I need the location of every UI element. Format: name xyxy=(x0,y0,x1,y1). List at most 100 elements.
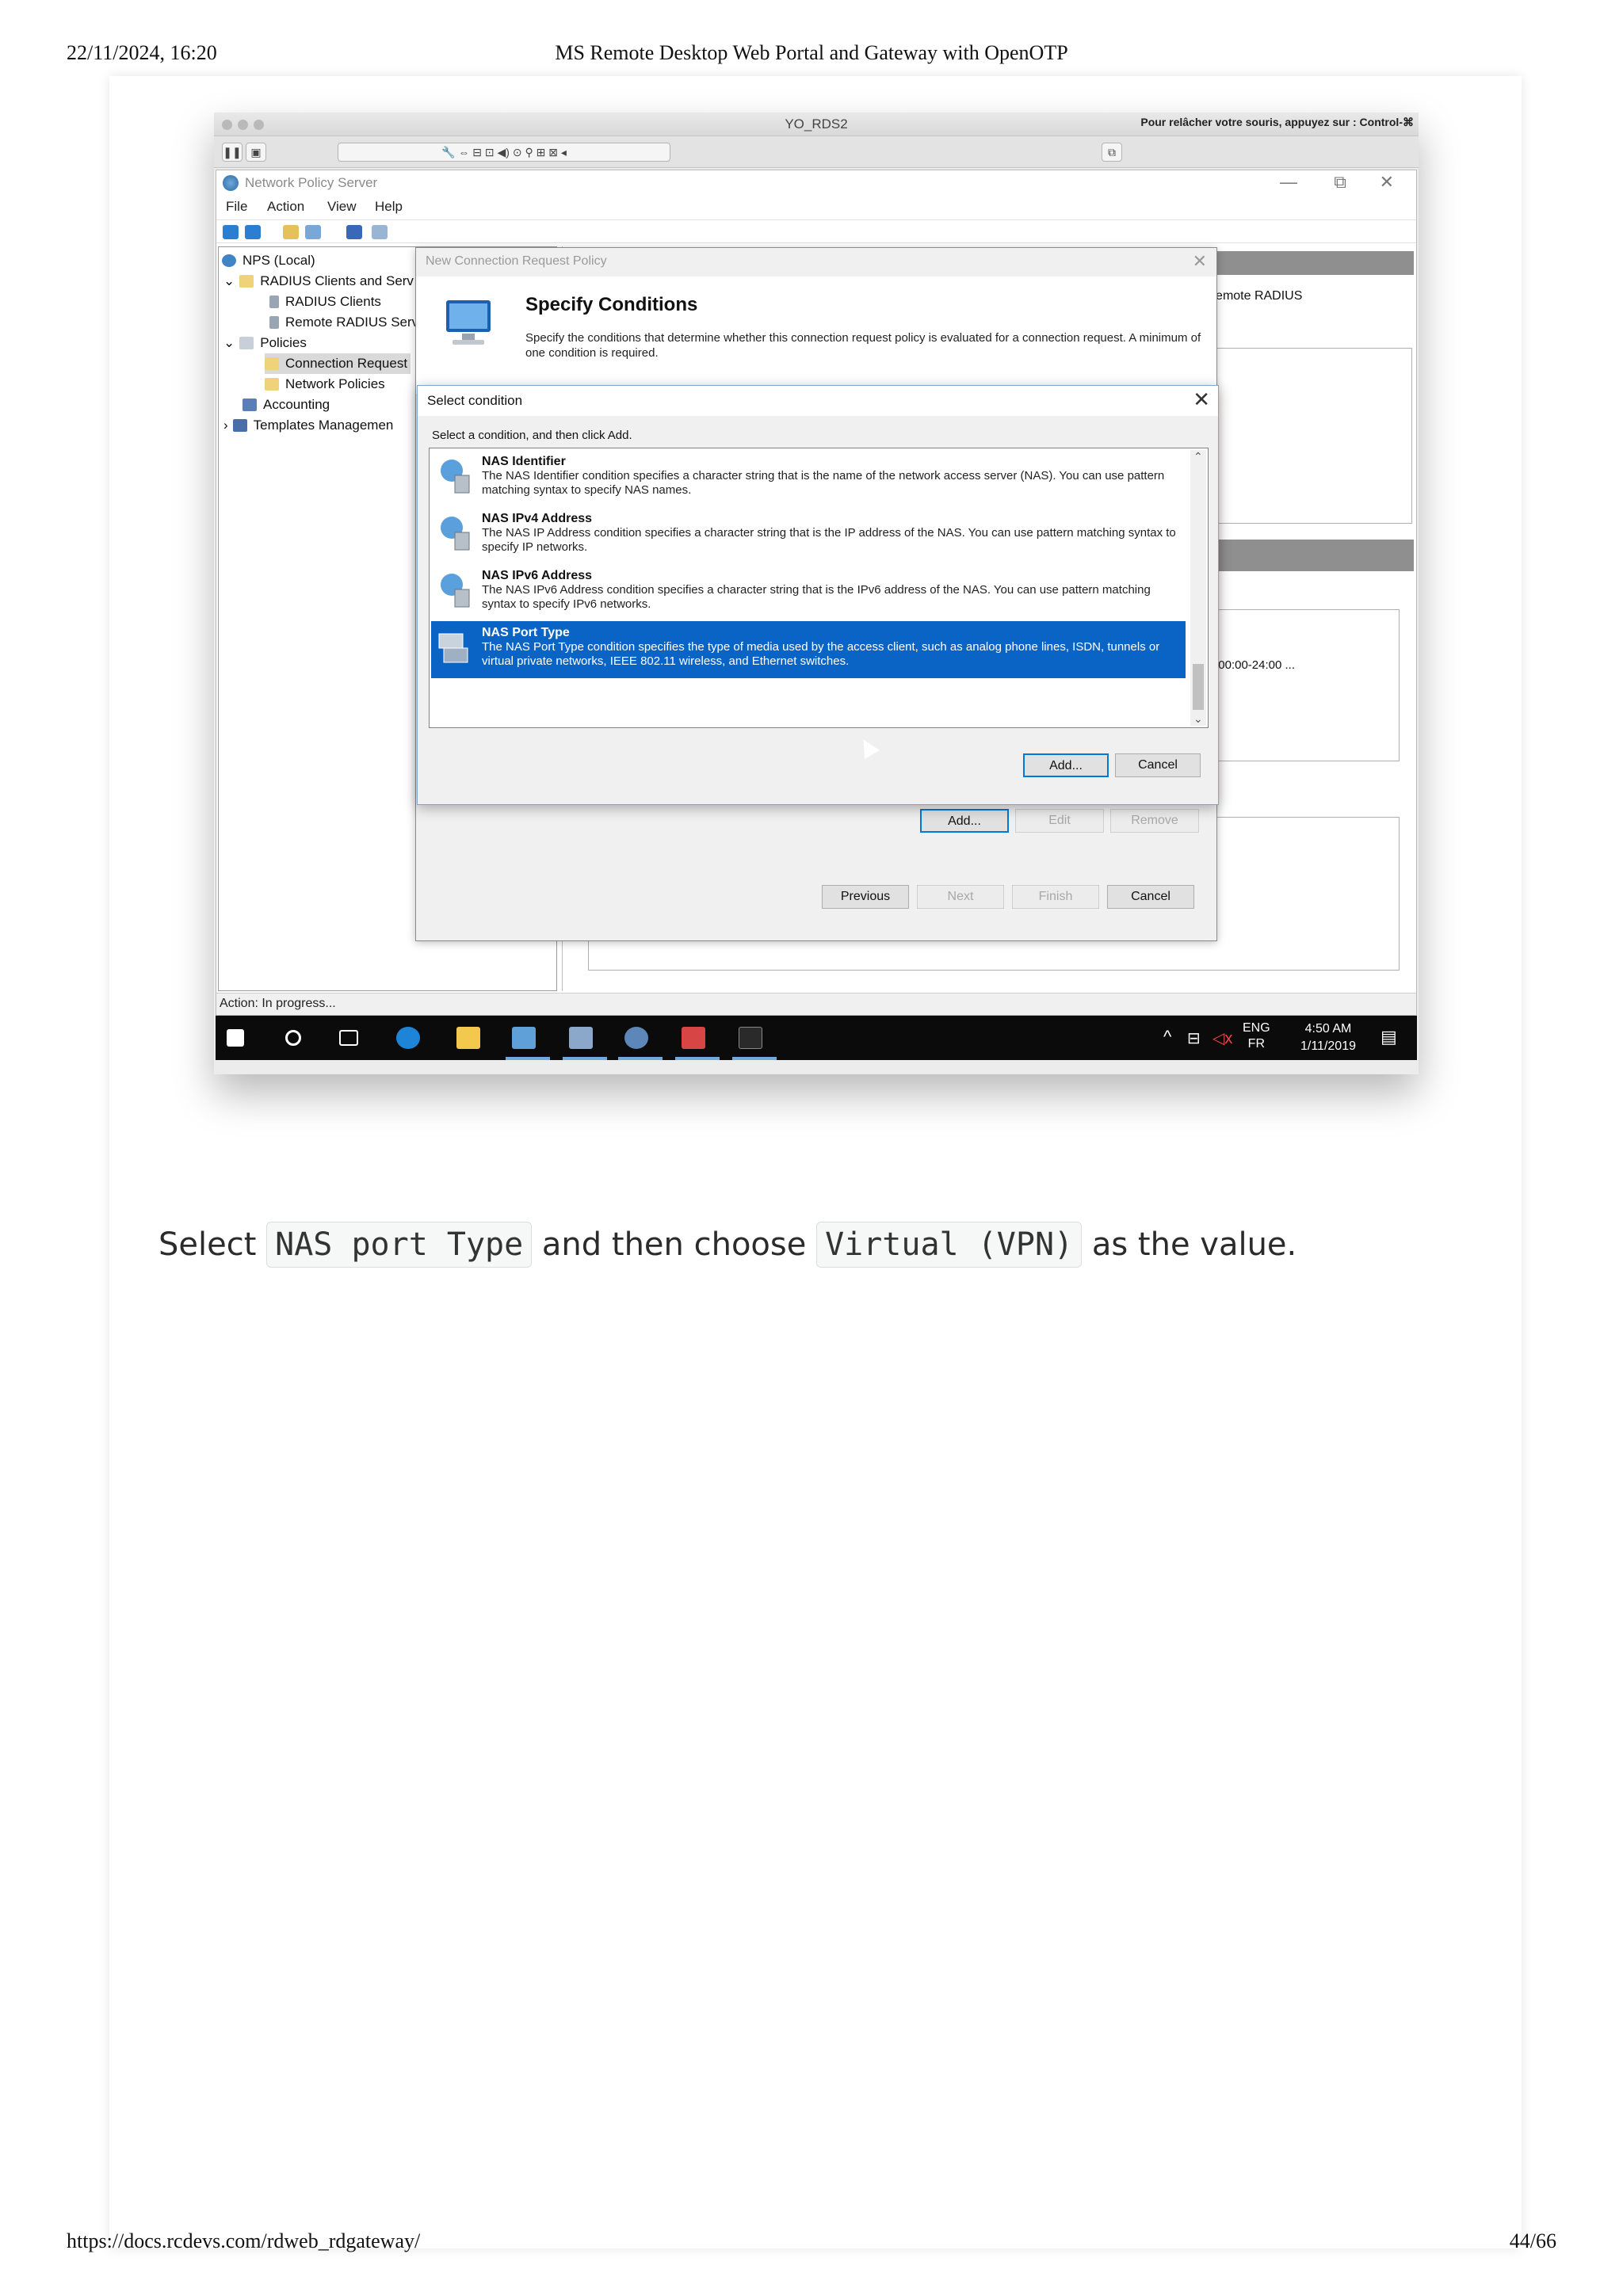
volume-muted-icon[interactable]: ◁x xyxy=(1212,1028,1232,1048)
tree-label: Accounting xyxy=(263,397,330,412)
finish-button[interactable]: Finish xyxy=(1012,885,1099,909)
add-condition-button[interactable]: Add... xyxy=(920,809,1009,833)
app-taskbar-icon[interactable] xyxy=(682,1027,705,1049)
minimize-icon[interactable]: — xyxy=(1280,172,1297,193)
internet-explorer-icon[interactable] xyxy=(396,1027,420,1049)
select-condition-dialog: Select condition ✕ Select a condition, a… xyxy=(417,385,1219,805)
active-indicator xyxy=(675,1057,720,1060)
close-icon[interactable]: ✕ xyxy=(1193,251,1207,272)
task-view-icon[interactable] xyxy=(339,1030,358,1046)
select-condition-titlebar: Select condition ✕ xyxy=(418,386,1218,416)
tree-label: Templates Managemen xyxy=(253,418,394,433)
server-manager-icon[interactable] xyxy=(512,1027,536,1049)
select-condition-title: Select condition xyxy=(427,393,523,408)
condition-list[interactable]: NAS Identifier The NAS Identifier condit… xyxy=(429,448,1209,728)
tree-item-remote-radius[interactable]: Remote RADIUS Serv xyxy=(269,312,418,333)
language-indicator[interactable]: ENG FR xyxy=(1243,1020,1270,1052)
chevron-down-icon[interactable]: ⌄ xyxy=(223,273,235,288)
tray-chevron-up-icon[interactable]: ^ xyxy=(1163,1027,1171,1047)
menu-bar: File Action View Help xyxy=(216,196,1416,218)
condition-name: NAS IPv6 Address xyxy=(482,569,593,582)
snapshot-icon[interactable]: ▣ xyxy=(246,143,266,162)
port-type-icon xyxy=(438,633,468,663)
nps-taskbar-icon[interactable] xyxy=(624,1027,648,1049)
print-title: MS Remote Desktop Web Portal and Gateway… xyxy=(555,41,1068,64)
windows-start-icon[interactable] xyxy=(227,1029,244,1047)
instruction-part-1: Select xyxy=(158,1226,257,1263)
fullscreen-icon[interactable]: ⧉ xyxy=(1102,143,1122,162)
admin-tools-icon[interactable] xyxy=(569,1027,593,1049)
tree-item-connection-request-policies[interactable]: Connection Request xyxy=(265,353,411,374)
menu-view[interactable]: View xyxy=(327,199,357,215)
close-icon[interactable]: ✕ xyxy=(1380,172,1394,193)
cancel-button[interactable]: Cancel xyxy=(1107,885,1194,909)
search-icon[interactable] xyxy=(285,1030,301,1046)
list-item[interactable]: NAS IPv6 Address The NAS IPv6 Address co… xyxy=(431,564,1186,621)
ncrp-title: New Connection Request Policy xyxy=(426,254,607,268)
forward-arrow-icon[interactable] xyxy=(245,225,261,239)
clock[interactable]: 4:50 AM 1/11/2019 xyxy=(1290,1020,1366,1055)
next-button[interactable]: Next xyxy=(917,885,1004,909)
tree-item-accounting[interactable]: Accounting xyxy=(242,395,330,415)
nps-globe-icon xyxy=(223,175,239,191)
select-cancel-button[interactable]: Cancel xyxy=(1115,753,1201,777)
tree-item-policies[interactable]: ⌄ Policies xyxy=(223,333,307,353)
tree-item-network-policies[interactable]: Network Policies xyxy=(265,374,385,395)
restore-icon[interactable]: ⧉ xyxy=(1334,172,1346,193)
tree-item-nps-local[interactable]: NPS (Local) xyxy=(222,250,315,271)
menu-file[interactable]: File xyxy=(226,199,247,215)
list-item-selected[interactable]: NAS Port Type The NAS Port Type conditio… xyxy=(431,621,1186,678)
pause-icon[interactable]: ❚❚ xyxy=(222,143,242,162)
instruction-part-3: as the value. xyxy=(1091,1226,1297,1263)
previous-button[interactable]: Previous xyxy=(822,885,909,909)
tree-item-radius-clients[interactable]: RADIUS Clients xyxy=(269,292,381,312)
lang-bottom: FR xyxy=(1247,1037,1265,1051)
chevron-down-icon[interactable]: ⌄ xyxy=(223,335,235,350)
inline-code-nas-port-type: NAS port Type xyxy=(266,1222,533,1268)
network-icon[interactable]: ⊟ xyxy=(1187,1028,1201,1048)
file-explorer-icon[interactable] xyxy=(456,1027,480,1049)
server-icon xyxy=(269,296,279,308)
active-indicator xyxy=(732,1057,777,1060)
cmd-icon[interactable] xyxy=(739,1027,762,1049)
vm-toolbar: ❚❚ ▣ 🔧 ⇔ ⊟ ⊡ ◀) ⊙ ⚲ ⊞ ⊠ ◂ ⧉ xyxy=(214,136,1419,168)
templates-icon xyxy=(232,419,247,432)
vm-release-hint: Pour relâcher votre souris, appuyez sur … xyxy=(1140,116,1414,128)
server-icon xyxy=(269,316,279,329)
notifications-icon[interactable]: ▤ xyxy=(1381,1027,1397,1047)
vm-screenshot: YO_RDS2 Pour relâcher votre souris, appu… xyxy=(214,113,1419,1074)
tree-item-templates-management[interactable]: › Templates Managemen xyxy=(223,415,393,436)
back-arrow-icon[interactable] xyxy=(223,225,239,239)
instruction-part-2: and then choose xyxy=(541,1226,807,1263)
tree-label: NPS (Local) xyxy=(242,253,315,268)
help-icon[interactable] xyxy=(346,225,362,239)
remove-condition-button[interactable]: Remove xyxy=(1110,809,1199,833)
properties-icon[interactable] xyxy=(372,225,388,239)
list-item[interactable]: NAS IPv4 Address The NAS IP Address cond… xyxy=(431,507,1186,564)
nps-titlebar: Network Policy Server — ⧉ ✕ xyxy=(216,170,1416,196)
tree-label: RADIUS Clients and Serv xyxy=(260,273,414,288)
scroll-up-icon[interactable]: ⌃ xyxy=(1193,450,1203,463)
select-add-button[interactable]: Add... xyxy=(1023,753,1109,777)
tree-item-radius-clients-servers[interactable]: ⌄ RADIUS Clients and Serv xyxy=(223,271,414,292)
edit-condition-button[interactable]: Edit xyxy=(1015,809,1104,833)
condition-description: The NAS IP Address condition specifies a… xyxy=(482,526,1176,554)
condition-description: The NAS Port Type condition specifies th… xyxy=(482,640,1160,668)
scroll-down-icon[interactable]: ⌄ xyxy=(1193,712,1203,726)
chevron-right-icon[interactable]: › xyxy=(223,418,228,433)
print-url[interactable]: https://docs.rcdevs.com/rdweb_rdgateway/ xyxy=(67,2229,420,2253)
tree-label: RADIUS Clients xyxy=(285,294,381,309)
print-header: 22/11/2024, 16:20 MS Remote Desktop Web … xyxy=(67,41,1556,70)
up-folder-icon[interactable] xyxy=(283,225,299,239)
menu-help[interactable]: Help xyxy=(375,199,403,215)
list-scrollbar[interactable]: ⌃ ⌄ xyxy=(1190,450,1206,726)
network-server-icon xyxy=(441,460,470,494)
list-item[interactable]: NAS Identifier The NAS Identifier condit… xyxy=(431,450,1186,507)
show-tree-icon[interactable] xyxy=(305,225,321,239)
device-toolbar-group[interactable]: 🔧 ⇔ ⊟ ⊡ ◀) ⊙ ⚲ ⊞ ⊠ ◂ xyxy=(338,143,670,162)
close-icon[interactable]: ✕ xyxy=(1193,387,1210,412)
scroll-thumb[interactable] xyxy=(1193,664,1204,710)
menu-action[interactable]: Action xyxy=(267,199,304,215)
policies-icon xyxy=(239,337,254,349)
condition-name: NAS IPv4 Address xyxy=(482,512,593,525)
